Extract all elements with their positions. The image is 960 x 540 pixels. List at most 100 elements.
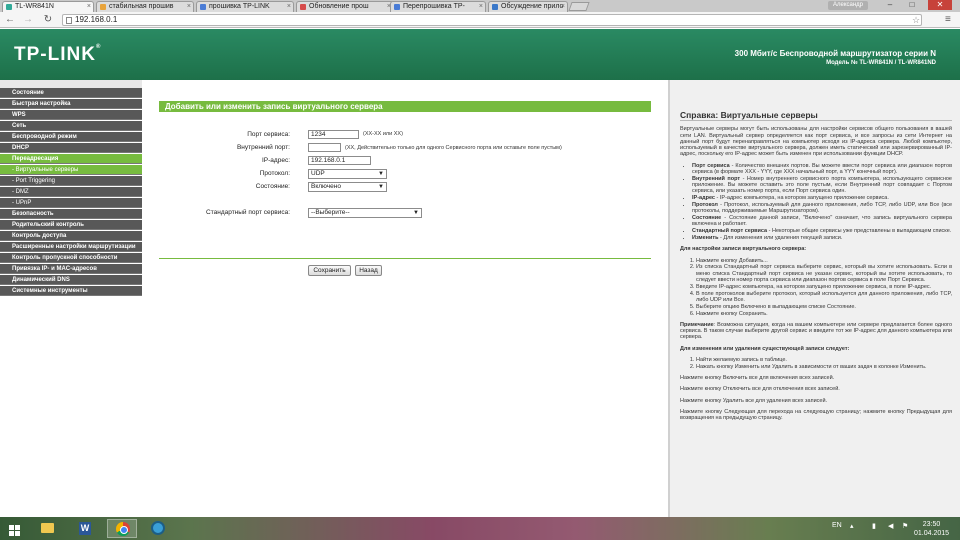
service-port-input[interactable]: 1234 xyxy=(308,130,359,139)
tab-close-icon[interactable]: × xyxy=(87,2,91,12)
internal-port-input[interactable] xyxy=(308,143,341,152)
sidebar-menu: Состояние Быстрая настройка WPS Сеть Бес… xyxy=(0,80,142,517)
page-favicon-icon xyxy=(492,4,498,10)
help-enable-all: Нажмите кнопку Включить все для включени… xyxy=(680,375,835,382)
sidebar-item-dmz[interactable]: - DMZ xyxy=(0,187,142,197)
browser-tab[interactable]: Перепрошивка TP- × xyxy=(390,1,486,12)
language-indicator[interactable]: EN xyxy=(832,522,842,529)
sidebar-item-advanced-routing[interactable]: Расширенные настройки маршрутизации xyxy=(0,242,142,252)
chevron-down-icon: ▼ xyxy=(378,184,384,190)
tab-close-icon[interactable]: × xyxy=(479,2,483,12)
sidebar-item-security[interactable]: Безопасность xyxy=(0,209,142,219)
chrome-button[interactable] xyxy=(107,519,137,538)
tab-title: TL-WR841N xyxy=(15,3,54,10)
page-favicon-icon xyxy=(300,4,306,10)
back-button[interactable]: Назад xyxy=(355,265,382,276)
address-bar[interactable]: 192.168.0.1 xyxy=(62,14,922,26)
sidebar-item-bandwidth-control[interactable]: Контроль пропускной способности xyxy=(0,253,142,263)
chevron-down-icon: ▼ xyxy=(378,171,384,177)
browser-toolbar: ← → ↻ 192.168.0.1 ☆ ≡ xyxy=(0,12,960,28)
bookmark-star-icon[interactable]: ☆ xyxy=(912,15,920,26)
help-intro: Виртуальные серверы могут быть использов… xyxy=(680,126,952,158)
status-value: Включено xyxy=(311,183,341,190)
maximize-button[interactable]: □ xyxy=(902,0,922,10)
chrome-icon xyxy=(116,522,130,536)
help-bullet: Изменить - Для изменения или удаления те… xyxy=(692,235,952,241)
tab-close-icon[interactable]: × xyxy=(187,2,191,12)
sidebar-item-status[interactable]: Состояние xyxy=(0,88,142,98)
save-button[interactable]: Сохранить xyxy=(308,265,351,276)
form-divider xyxy=(159,258,651,259)
clock-date: 01.04.2015 xyxy=(914,530,950,537)
browser-tab[interactable]: TL-WR841N × xyxy=(2,1,94,12)
flag-icon[interactable]: ⚑ xyxy=(902,522,908,530)
close-window-button[interactable]: ✕ xyxy=(928,0,952,10)
help-step: Выберите опцию Включено в выпадающем спи… xyxy=(696,304,952,310)
ip-address-label: IP-адрес: xyxy=(262,157,290,164)
service-port-label: Порт сервиса: xyxy=(247,131,290,138)
router-model: Модель № TL-WR841N / TL-WR841ND xyxy=(826,60,936,66)
back-icon[interactable]: ← xyxy=(4,14,16,26)
sidebar-item-port-triggering[interactable]: - Port Triggering xyxy=(0,176,142,186)
volume-icon[interactable]: ◀ xyxy=(888,522,893,530)
tab-close-icon[interactable]: × xyxy=(561,2,565,12)
page-favicon-icon xyxy=(100,4,106,10)
standard-port-select[interactable]: --Выберите-- ▼ xyxy=(308,208,422,218)
windows-logo-icon xyxy=(9,525,21,537)
tab-title: Обсуждение прило xyxy=(501,3,564,10)
help-step: В поле протоколов выберите протокол, кот… xyxy=(696,291,952,304)
help-bullets: Порт сервиса - Количество внешних портов… xyxy=(692,163,952,242)
tray-up-arrow-icon[interactable]: ▴ xyxy=(850,522,854,530)
network-icon[interactable]: ▮ xyxy=(872,522,876,530)
standard-port-label: Стандартный порт сервиса: xyxy=(206,209,290,216)
page-favicon-icon xyxy=(200,4,206,10)
sidebar-item-virtual-servers[interactable]: - Виртуальные серверы xyxy=(0,165,142,175)
sidebar-item-wps[interactable]: WPS xyxy=(0,110,142,120)
minimize-button[interactable]: – xyxy=(880,0,900,10)
help-step: Нажмите кнопку Добавить... xyxy=(696,258,952,264)
help-paging: Нажмите кнопку Следующая для перехода на… xyxy=(680,408,952,422)
app-button[interactable] xyxy=(143,519,173,538)
sidebar-item-wireless[interactable]: Беспроводной режим xyxy=(0,132,142,142)
reload-icon[interactable]: ↻ xyxy=(42,14,54,26)
forward-icon[interactable]: → xyxy=(22,14,34,26)
help-panel: Справка: Виртуальные серверы Виртуальные… xyxy=(668,80,960,517)
sidebar-item-upnp[interactable]: - UPnP xyxy=(0,198,142,208)
address-text: 192.168.0.1 xyxy=(75,15,118,24)
browser-tab[interactable]: прошивка TP-LINK × xyxy=(196,1,294,12)
sidebar-item-parental-control[interactable]: Родительский контроль xyxy=(0,220,142,230)
help-bullet: Внутренний порт - Номер внутреннего серв… xyxy=(692,176,952,195)
word-button[interactable]: W xyxy=(70,519,100,538)
tp-link-logo: TP-LINK® xyxy=(14,44,102,65)
protocol-select[interactable]: UDP ▼ xyxy=(308,169,387,179)
page-icon xyxy=(66,17,72,24)
browser-tab[interactable]: Обновление прош × xyxy=(296,1,394,12)
profile-button[interactable]: Александр xyxy=(828,1,868,10)
main-content: Добавить или изменить запись виртуальног… xyxy=(142,80,668,517)
new-tab-button[interactable] xyxy=(568,2,590,11)
section-title: Добавить или изменить запись виртуальног… xyxy=(159,101,651,112)
sidebar-item-ip-mac-binding[interactable]: Привязка IP- и MAC-адресов xyxy=(0,264,142,274)
sidebar-item-access-control[interactable]: Контроль доступа xyxy=(0,231,142,241)
sidebar-item-ddns[interactable]: Динамический DNS xyxy=(0,275,142,285)
status-select[interactable]: Включено ▼ xyxy=(308,182,387,192)
help-bullet: IP-адрес - IP-адрес компьютера, на котор… xyxy=(692,195,952,201)
sidebar-item-network[interactable]: Сеть xyxy=(0,121,142,131)
tab-close-icon[interactable]: × xyxy=(287,2,291,12)
sidebar-item-dhcp[interactable]: DHCP xyxy=(0,143,142,153)
browser-tab[interactable]: стабильная прошив × xyxy=(96,1,194,12)
help-bullet: Состояние - Состояние данной записи, "Вк… xyxy=(692,215,952,228)
tab-title: Обновление прош xyxy=(309,3,369,10)
router-header: TP-LINK® 300 Мбит/с Беспроводной маршрут… xyxy=(0,29,960,80)
browser-tab[interactable]: Обсуждение прило × xyxy=(488,1,568,12)
sidebar-item-forwarding[interactable]: Переадресация xyxy=(0,154,142,164)
taskbar-clock[interactable]: 23:50 01.04.2015 xyxy=(914,520,949,538)
menu-icon[interactable]: ≡ xyxy=(945,14,955,26)
browser-tabstrip: TL-WR841N × стабильная прошив × прошивка… xyxy=(0,0,960,12)
start-button[interactable] xyxy=(0,519,30,538)
sidebar-item-system-tools[interactable]: Системные инструменты xyxy=(0,286,142,296)
help-bullet: Стандартный порт сервиса - Некоторые общ… xyxy=(692,228,952,234)
ip-address-input[interactable]: 192.168.0.1 xyxy=(308,156,371,165)
file-explorer-button[interactable] xyxy=(32,519,62,538)
sidebar-item-quick-setup[interactable]: Быстрая настройка xyxy=(0,99,142,109)
